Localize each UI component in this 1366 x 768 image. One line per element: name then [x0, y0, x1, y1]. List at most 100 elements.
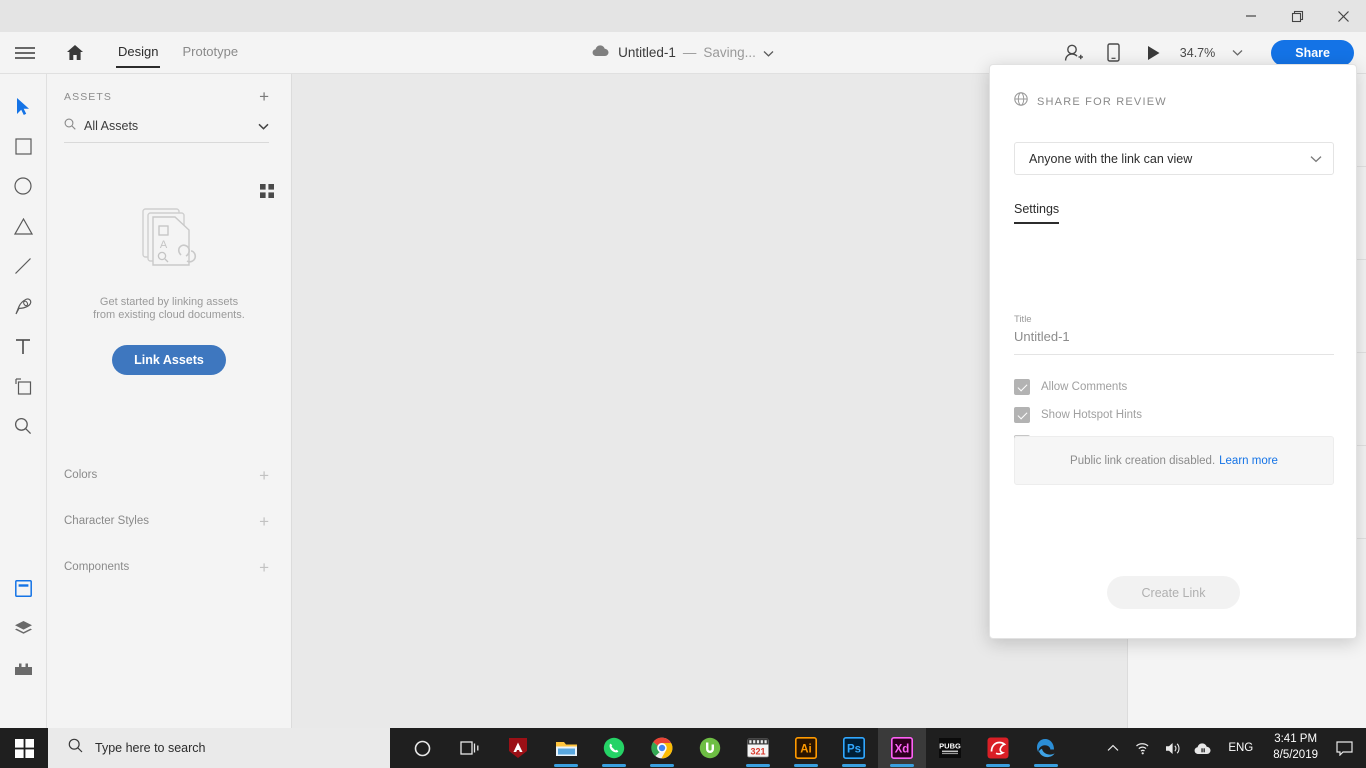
title-field-label: Title — [1014, 314, 1032, 325]
assets-section-components[interactable]: Components + — [47, 544, 291, 590]
adobe-xd-icon[interactable]: Xd — [878, 728, 926, 768]
system-tray: ENG 3:41 PM 8/5/2019 — [1098, 728, 1366, 768]
line-tool[interactable] — [0, 246, 46, 286]
hamburger-icon[interactable] — [0, 46, 50, 60]
document-chevron-down-icon[interactable] — [763, 44, 774, 62]
share-panel-header: SHARE FOR REVIEW — [990, 65, 1356, 111]
assets-section-components-label: Components — [64, 561, 130, 573]
minimize-button[interactable] — [1228, 0, 1274, 32]
home-icon[interactable] — [50, 44, 100, 61]
grid-view-icon[interactable] — [260, 184, 274, 203]
notification-icon[interactable] — [1328, 728, 1360, 768]
svg-text:Xd: Xd — [895, 744, 910, 756]
taskbar-search-box[interactable]: Type here to search — [48, 728, 390, 768]
tab-design[interactable]: Design — [112, 40, 164, 68]
assets-section-colors-add-icon[interactable]: + — [259, 467, 269, 484]
link-assets-button[interactable]: Link Assets — [112, 344, 226, 375]
document-name[interactable]: Untitled-1 — [618, 45, 676, 60]
document-save-status: Saving... — [703, 45, 756, 60]
language-indicator[interactable]: ENG — [1218, 742, 1263, 754]
wifi-icon[interactable] — [1128, 728, 1158, 768]
learn-more-link[interactable]: Learn more — [1219, 455, 1278, 467]
file-explorer-icon[interactable] — [542, 728, 590, 768]
volume-icon[interactable] — [1158, 728, 1188, 768]
magnifier-icon[interactable] — [0, 406, 46, 446]
tool-rail — [0, 74, 47, 728]
public-link-disabled-notice: Public link creation disabled. Learn mor… — [1014, 436, 1334, 485]
search-icon — [68, 738, 83, 758]
windows-start-icon[interactable] — [0, 728, 48, 768]
chevron-up-icon[interactable] — [1098, 728, 1128, 768]
plugins-icon[interactable] — [0, 648, 47, 688]
assets-panel: ASSETS + All Assets A Get started by lin… — [47, 74, 292, 728]
clock-time: 3:41 PM — [1274, 733, 1318, 746]
globe-icon — [1014, 92, 1028, 111]
zoom-level: 34.7% — [1179, 45, 1216, 60]
create-link-button[interactable]: Create Link — [1107, 576, 1240, 609]
layers-icon[interactable] — [0, 608, 47, 648]
text-tool[interactable] — [0, 326, 46, 366]
svg-text:PUBG: PUBG — [939, 742, 961, 751]
rail-bottom-group — [0, 568, 47, 688]
utorrent-icon[interactable] — [686, 728, 734, 768]
chrome-icon[interactable] — [638, 728, 686, 768]
assets-panel-header: ASSETS + — [47, 74, 291, 115]
linked-documents-icon: A — [129, 201, 209, 282]
assets-empty-line2: from existing cloud documents. — [93, 309, 245, 322]
pen-tool[interactable] — [0, 286, 46, 326]
task-view-icon[interactable] — [446, 728, 494, 768]
option-allow-comments[interactable]: Allow Comments — [1014, 373, 1334, 401]
media-player-classic-icon[interactable]: 321 — [734, 728, 782, 768]
assets-empty-line1: Get started by linking assets — [99, 296, 239, 308]
tab-settings[interactable]: Settings — [1014, 202, 1060, 224]
assets-panel-icon[interactable] — [0, 568, 47, 608]
svg-text:A: A — [160, 239, 168, 251]
option-show-hotspot-hints[interactable]: Show Hotspot Hints — [1014, 401, 1334, 429]
pubg-icon[interactable]: PUBG — [926, 728, 974, 768]
whatsapp-icon[interactable] — [590, 728, 638, 768]
photoshop-icon[interactable]: Ps — [830, 728, 878, 768]
assets-section-components-add-icon[interactable]: + — [259, 559, 269, 576]
assets-filter-value[interactable]: All Assets — [84, 119, 250, 133]
taskbar-app-icons: 321 Ai Ps Xd PUBG — [398, 728, 1070, 768]
assets-section-colors-label: Colors — [64, 469, 98, 481]
notice-text: Public link creation disabled. — [1070, 454, 1216, 467]
allow-comments-checkbox[interactable] — [1014, 379, 1030, 395]
clock[interactable]: 3:41 PM 8/5/2019 — [1263, 732, 1328, 763]
document-dash: — — [682, 45, 697, 60]
assets-panel-title: ASSETS — [64, 90, 113, 103]
artboard-tool[interactable] — [0, 366, 46, 406]
clock-date: 8/5/2019 — [1273, 749, 1318, 761]
access-level-select[interactable]: Anyone with the link can view — [1014, 142, 1334, 175]
tab-prototype[interactable]: Prototype — [176, 40, 244, 65]
share-button[interactable]: Share — [1271, 39, 1354, 66]
assets-section-colors[interactable]: Colors + — [47, 452, 291, 498]
window-titlebar — [0, 0, 1366, 32]
illustrator-icon[interactable]: Ai — [782, 728, 830, 768]
search-icon — [64, 117, 76, 135]
acrobat-icon[interactable] — [494, 728, 542, 768]
share-for-review-panel: SHARE FOR REVIEW Anyone with the link ca… — [989, 64, 1357, 639]
share-panel-heading: SHARE FOR REVIEW — [1037, 95, 1167, 108]
select-tool[interactable] — [0, 86, 46, 126]
svg-text:Ps: Ps — [847, 744, 861, 756]
creative-cloud-tray-icon[interactable] — [1188, 728, 1218, 768]
rectangle-tool[interactable] — [0, 126, 46, 166]
edge-icon[interactable] — [1022, 728, 1070, 768]
svg-text:321: 321 — [750, 746, 765, 756]
svg-text:Ai: Ai — [800, 744, 812, 756]
assets-section-character-styles-add-icon[interactable]: + — [259, 513, 269, 530]
restore-button[interactable] — [1274, 0, 1320, 32]
polygon-tool[interactable] — [0, 206, 46, 246]
ellipse-tool[interactable] — [0, 166, 46, 206]
close-button[interactable] — [1320, 0, 1366, 32]
assets-filter-row[interactable]: All Assets — [64, 117, 269, 143]
show-hotspot-hints-checkbox[interactable] — [1014, 407, 1030, 423]
assets-section-character-styles[interactable]: Character Styles + — [47, 498, 291, 544]
cortana-icon[interactable] — [398, 728, 446, 768]
taskbar-search-placeholder: Type here to search — [95, 741, 206, 755]
assets-filter-chevron-down-icon[interactable] — [258, 117, 269, 135]
title-input[interactable]: Untitled-1 — [1014, 329, 1334, 355]
assets-add-icon[interactable]: + — [259, 88, 269, 105]
creative-cloud-icon[interactable] — [974, 728, 1022, 768]
